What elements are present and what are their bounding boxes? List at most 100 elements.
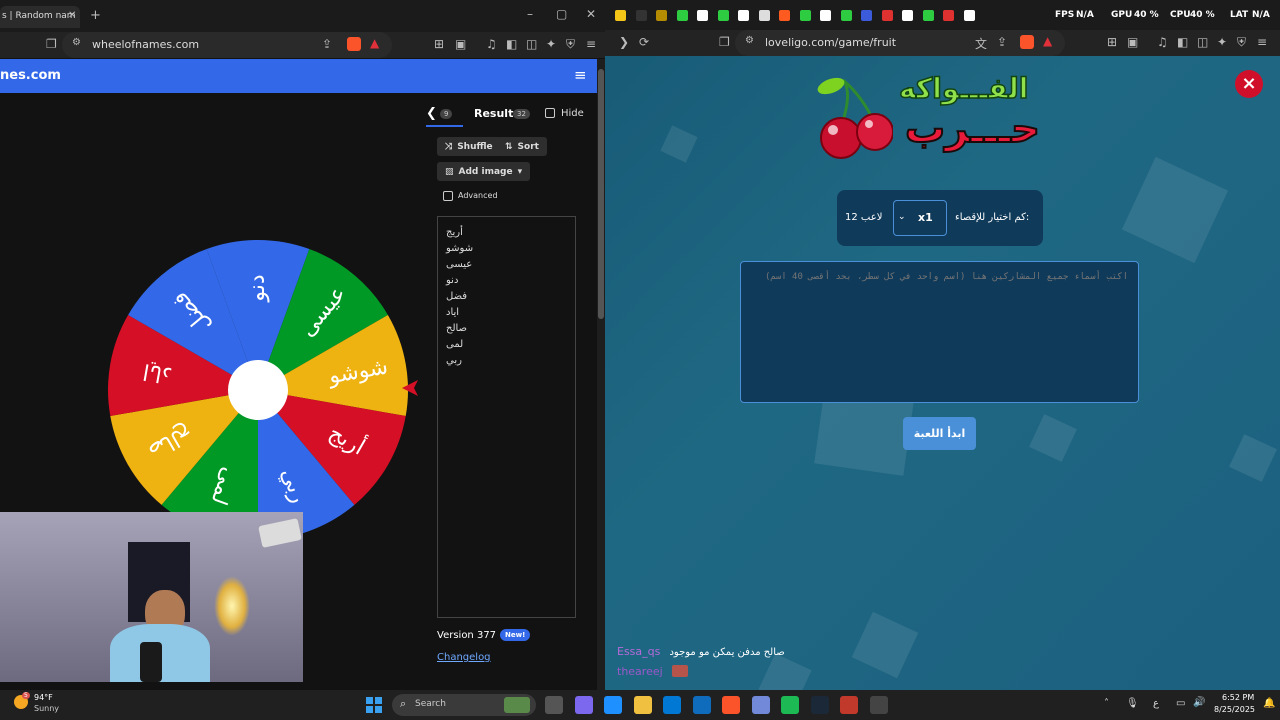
active-tab[interactable]: s | Random nam ✕ <box>0 6 80 28</box>
share-icon[interactable]: ⇪ <box>322 37 332 51</box>
hide-checkbox[interactable] <box>545 108 555 118</box>
tab-favicon-icon[interactable] <box>861 10 872 21</box>
selection-dropdown[interactable]: ⌄ x1 <box>893 200 947 236</box>
wallet-icon[interactable]: ◫ <box>1197 35 1208 49</box>
taskbar-app-icon[interactable] <box>781 696 799 714</box>
tab-favicon-icon[interactable] <box>758 10 770 21</box>
vpn-icon[interactable]: ⛨ <box>566 37 575 52</box>
media-icon[interactable]: ♫ <box>486 37 497 51</box>
webcam-ac-unit <box>258 518 302 548</box>
taskbar-app-icon[interactable] <box>869 696 888 714</box>
entries-textarea[interactable]: أريج شوشو عيسى دنو فضل اياد صالح لمى ربي <box>437 216 576 618</box>
volume-icon[interactable]: 🔊 <box>1193 697 1205 708</box>
address-bar[interactable]: ⚙ loveligo.com/game/fruit 文 ⇪ ▲ <box>735 30 1065 56</box>
reload-icon[interactable]: ⟳ <box>639 35 649 49</box>
screenshot-icon[interactable]: ▣ <box>1127 35 1138 49</box>
taskbar-app-icon[interactable] <box>840 696 858 714</box>
extensions-icon[interactable]: ⊞ <box>1107 35 1117 49</box>
tab-favicon-icon[interactable] <box>779 10 790 21</box>
clock-time[interactable]: 6:52 PM <box>1222 693 1254 702</box>
taskbar-app-icon[interactable] <box>810 696 829 714</box>
site-settings-icon[interactable]: ⚙ <box>745 35 754 46</box>
forward-icon[interactable]: ❯ <box>619 35 629 49</box>
sidebar-icon[interactable]: ◧ <box>1177 35 1188 49</box>
language-indicator[interactable]: ع <box>1153 698 1159 709</box>
add-image-button[interactable]: ▨ Add image ▾ <box>437 162 531 181</box>
wheel-label: دنو <box>245 274 270 302</box>
chat-message: theareej <box>617 660 688 679</box>
network-icon[interactable]: ▭ <box>1176 698 1185 709</box>
taskbar-app-icon[interactable] <box>633 696 652 714</box>
site-settings-icon[interactable]: ⚙ <box>72 37 81 48</box>
brave-shield-icon[interactable] <box>1020 35 1034 49</box>
tab-favicon-icon[interactable] <box>697 10 708 21</box>
new-tab-plus-icon[interactable]: + <box>90 8 101 23</box>
windows-start-icon[interactable] <box>366 697 382 713</box>
wheel-center-hub[interactable] <box>228 360 288 420</box>
translate-icon[interactable]: 文 <box>975 35 987 52</box>
brave-rewards-icon[interactable]: ▲ <box>1043 34 1052 48</box>
shuffle-icon: ⤨ <box>445 141 453 152</box>
menu-icon[interactable]: ≡ <box>586 37 596 51</box>
tab-favicon-icon[interactable] <box>881 10 893 21</box>
collapse-chevron-icon[interactable]: ❮ <box>426 106 437 121</box>
taskbar-app-icon[interactable] <box>545 696 563 714</box>
address-bar[interactable]: ⚙ wheelofnames.com ⇪ ▲ <box>62 32 392 58</box>
tab-favicon-icon[interactable] <box>820 10 831 21</box>
brave-rewards-icon[interactable]: ▲ <box>370 36 379 50</box>
advanced-checkbox[interactable] <box>443 191 453 201</box>
tab-favicon-icon[interactable] <box>902 10 913 21</box>
spinning-wheel[interactable]: دنو عيسىشوشوأريجربيلمىصالحايادفضل <box>100 232 420 542</box>
sidebar-icon[interactable]: ◧ <box>506 37 517 51</box>
taskbar-app-icon[interactable] <box>574 696 593 714</box>
tab-favicon-icon[interactable] <box>963 10 975 21</box>
tab-favicon-icon[interactable] <box>635 10 647 21</box>
tab-favicon-icon[interactable] <box>922 10 934 21</box>
close-button[interactable]: × <box>1235 70 1263 98</box>
brave-shield-icon[interactable] <box>347 37 361 51</box>
site-header: nes.com ≡ <box>0 59 597 93</box>
bookmark-icon[interactable]: ❐ <box>719 35 730 49</box>
close-window-icon[interactable]: ✕ <box>586 7 596 21</box>
tab-favicon-icon[interactable] <box>656 10 667 21</box>
tab-favicon-icon[interactable] <box>676 10 688 21</box>
microphone-icon[interactable]: 🎙 <box>1126 698 1139 709</box>
shuffle-button[interactable]: ⤨ Shuffle <box>437 137 501 156</box>
bookmark-icon[interactable]: ❐ <box>46 37 57 51</box>
taskbar-app-icon[interactable] <box>751 696 770 714</box>
vpn-icon[interactable]: ⛨ <box>1237 35 1246 50</box>
tab-favicon-icon[interactable] <box>615 10 626 21</box>
scrollbar-track[interactable] <box>597 59 605 690</box>
menu-icon[interactable]: ≡ <box>1257 35 1267 49</box>
taskbar-app-icon[interactable] <box>663 696 681 714</box>
extensions-icon[interactable]: ⊞ <box>434 37 444 51</box>
hamburger-menu-icon[interactable]: ≡ <box>574 66 587 84</box>
share-icon[interactable]: ⇪ <box>997 35 1007 49</box>
notification-bell-icon[interactable]: 🔔 <box>1263 698 1275 709</box>
ai-icon[interactable]: ✦ <box>546 37 556 51</box>
tab-close-icon[interactable]: ✕ <box>68 10 76 21</box>
maximize-icon[interactable]: ▢ <box>556 7 567 21</box>
participants-textarea[interactable] <box>740 261 1139 403</box>
media-icon[interactable]: ♫ <box>1157 35 1168 49</box>
tab-favicon-icon[interactable] <box>738 10 749 21</box>
tab-favicon-icon[interactable] <box>717 10 729 21</box>
changelog-link[interactable]: Changelog <box>437 652 491 663</box>
wallet-icon[interactable]: ◫ <box>526 37 537 51</box>
chevron-up-icon[interactable]: ˄ <box>1104 698 1109 709</box>
gpu-label: GPU <box>1111 10 1133 20</box>
clock-date[interactable]: 8/25/2025 <box>1214 705 1255 714</box>
screenshot-icon[interactable]: ▣ <box>455 37 466 51</box>
tab-favicon-icon[interactable] <box>943 10 954 21</box>
taskbar-search[interactable]: ⌕ Search <box>392 694 536 716</box>
ai-icon[interactable]: ✦ <box>1217 35 1227 49</box>
tab-favicon-icon[interactable] <box>840 10 852 21</box>
taskbar-app-icon[interactable] <box>692 696 711 714</box>
taskbar-app-icon[interactable] <box>722 696 740 714</box>
taskbar-app-icon[interactable] <box>604 696 622 714</box>
sort-button[interactable]: ⇅ Sort <box>497 137 547 156</box>
tab-favicon-icon[interactable] <box>799 10 811 21</box>
minimize-icon[interactable]: – <box>527 7 533 21</box>
scrollbar-thumb[interactable] <box>598 69 604 319</box>
start-game-button[interactable]: ابدأ اللعبة <box>903 417 976 450</box>
